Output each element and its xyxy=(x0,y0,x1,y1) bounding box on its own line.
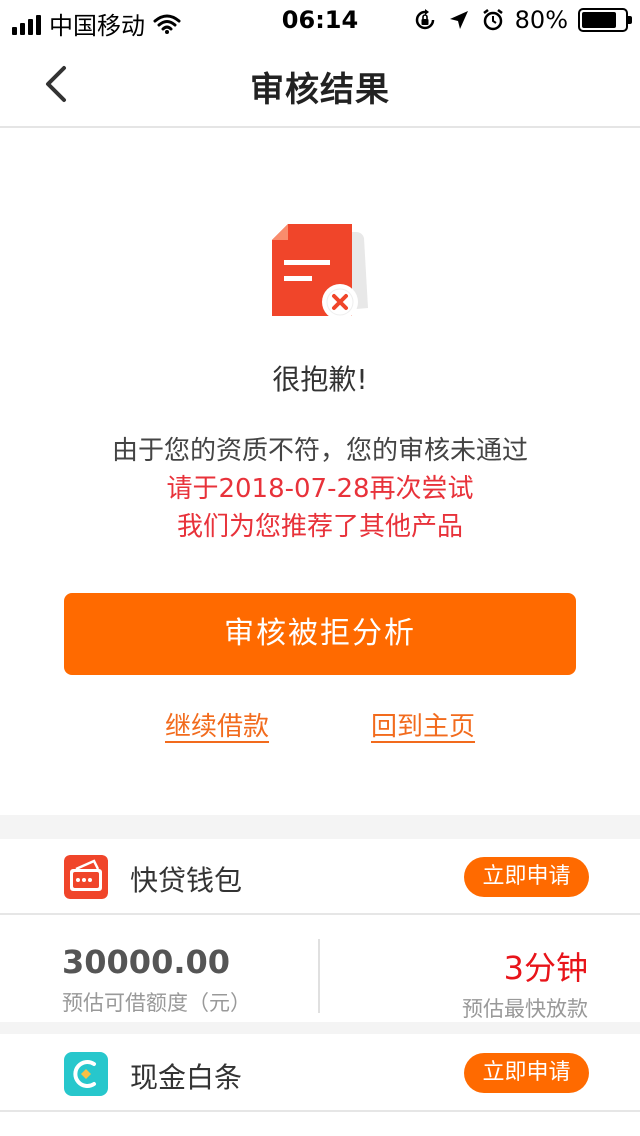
status-bar: 中国移动 06:14 80% xyxy=(0,0,640,40)
product-name: 现金白条 xyxy=(130,1061,243,1094)
product-detail-row: 30000.00 预估可借额度（元） 3分钟 预估最快放款 xyxy=(0,917,640,1022)
retry-date-message: 请于2018-07-28再次尝试 xyxy=(166,474,474,504)
back-to-home-link[interactable]: 回到主页 xyxy=(371,706,475,743)
loan-amount-label: 预估可借额度（元） xyxy=(62,991,251,1015)
loan-speed: 3分钟 xyxy=(503,949,588,987)
product-row-xianjin[interactable]: 现金白条 立即申请 xyxy=(0,1034,640,1112)
column-divider xyxy=(318,939,320,1013)
nav-bar: 审核结果 xyxy=(0,40,640,128)
continue-borrowing-link[interactable]: 继续借款 xyxy=(165,706,269,743)
product-row-kuaidai[interactable]: 快贷钱包 立即申请 xyxy=(0,839,640,915)
battery-icon xyxy=(578,8,632,32)
recommendation-message: 我们为您推荐了其他产品 xyxy=(176,512,463,542)
wallet-icon xyxy=(64,855,108,899)
status-right: 80% xyxy=(413,6,632,34)
rejected-document-icon xyxy=(272,224,368,320)
rejection-message: 由于您的资质不符，您的审核未通过 xyxy=(111,436,528,466)
battery-fill xyxy=(582,12,616,28)
product-name: 快贷钱包 xyxy=(130,864,243,897)
cash-loop-icon xyxy=(64,1052,108,1096)
section-gap xyxy=(0,1022,640,1034)
apply-button[interactable]: 立即申请 xyxy=(464,1053,589,1093)
rotation-lock-icon xyxy=(415,9,434,30)
location-arrow-icon xyxy=(449,11,468,29)
section-gap xyxy=(0,815,640,839)
page-title: 审核结果 xyxy=(250,70,390,110)
apply-button[interactable]: 立即申请 xyxy=(464,857,589,897)
loan-amount: 30000.00 xyxy=(62,943,231,981)
sorry-heading: 很抱歉! xyxy=(272,363,368,396)
alarm-icon xyxy=(482,9,503,31)
rejection-analysis-button[interactable]: 审核被拒分析 xyxy=(64,593,576,675)
loan-speed-label: 预估最快放款 xyxy=(462,997,588,1021)
battery-percent: 80% xyxy=(514,6,568,34)
